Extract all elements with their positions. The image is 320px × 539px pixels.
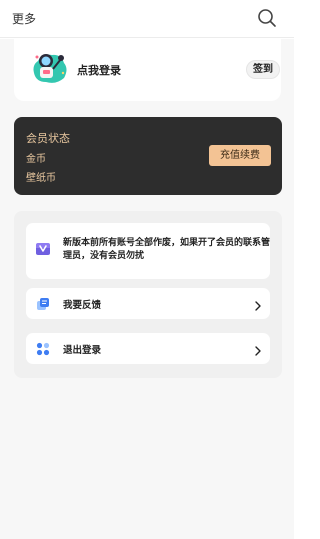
login-card[interactable]: 点我登录 签到 xyxy=(14,39,281,101)
notice-text: 新版本前所有账号全部作废，如果开了会员的联系管理员，没有会员勿扰 xyxy=(63,238,271,261)
menu-panel: 新版本前所有账号全部作废，如果开了会员的联系管理员，没有会员勿扰 我要反馈 退出… xyxy=(14,211,282,378)
notice-card: 新版本前所有账号全部作废，如果开了会员的联系管理员，没有会员勿扰 xyxy=(26,223,270,279)
sign-in-button[interactable]: 签到 xyxy=(246,60,280,79)
logout-icon xyxy=(36,341,50,356)
vip-status-card: 会员状态 金币 壁纸币 充值续费 xyxy=(14,117,282,195)
top-bar: 更多 xyxy=(0,0,294,38)
chevron-right-icon xyxy=(253,342,263,356)
content-area: 点我登录 签到 会员状态 金币 壁纸币 充值续费 新版本前所有账号全部作废，如果… xyxy=(0,39,294,539)
login-label[interactable]: 点我登录 xyxy=(77,62,121,78)
page-title: 更多 xyxy=(12,12,37,26)
vip-v-icon xyxy=(34,240,52,258)
search-icon[interactable] xyxy=(256,7,278,29)
wallpaper-coin-label: 壁纸币 xyxy=(26,173,56,184)
feedback-label: 我要反馈 xyxy=(63,300,102,311)
feedback-icon xyxy=(36,296,50,310)
logout-label: 退出登录 xyxy=(63,345,102,356)
menu-item-logout[interactable]: 退出登录 xyxy=(26,333,270,364)
chevron-right-icon xyxy=(253,297,263,311)
vip-status-label: 会员状态 xyxy=(26,132,70,145)
recharge-button[interactable]: 充值续费 xyxy=(209,145,271,166)
menu-item-feedback[interactable]: 我要反馈 xyxy=(26,288,270,319)
astronaut-avatar-icon[interactable] xyxy=(28,45,70,87)
coin-label: 金币 xyxy=(26,154,46,165)
